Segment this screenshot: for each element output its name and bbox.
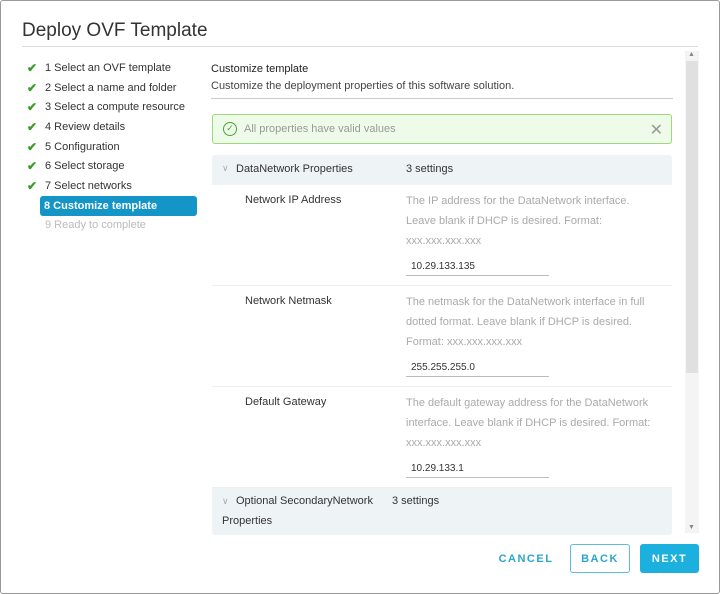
check-icon: ✔: [27, 80, 38, 95]
chevron-down-icon: ∨: [222, 163, 229, 173]
section-header-secondarynetwork[interactable]: ∨ Optional SecondaryNetwork Properties 3…: [212, 488, 672, 535]
alert-text: All properties have valid values: [244, 123, 396, 135]
step-6[interactable]: ✔ 6 Select storage: [27, 156, 197, 176]
property-label: Network Netmask: [245, 295, 332, 307]
deploy-ovf-dialog: Deploy OVF Template ✔ 1 Select an OVF tem…: [0, 0, 720, 594]
next-button[interactable]: NEXT: [640, 544, 699, 573]
check-icon: ✔: [27, 60, 38, 75]
property-description: The IP address for the DataNetwork inter…: [406, 195, 630, 247]
section-name: DataNetwork Properties: [236, 163, 353, 175]
dialog-title: Deploy OVF Template: [22, 20, 208, 41]
step-label: 1 Select an OVF template: [45, 61, 171, 74]
property-row: Network IP Address The IP address for th…: [212, 185, 672, 286]
section-count: 3 settings: [392, 495, 440, 507]
property-description: The default gateway address for the Data…: [406, 397, 651, 449]
step-label: 6 Select storage: [45, 160, 125, 173]
property-row: Network Netmask The netmask for the Data…: [212, 286, 672, 387]
step-label: 9 Ready to complete: [45, 219, 146, 232]
section-name: Optional SecondaryNetwork Properties: [222, 495, 373, 527]
scrollbar[interactable]: ▲ ▼: [685, 51, 699, 533]
scroll-down-icon[interactable]: ▼: [688, 524, 695, 531]
back-button[interactable]: BACK: [570, 544, 630, 573]
step-label: 8 Customize template: [44, 199, 158, 212]
divider: [211, 98, 673, 99]
step-label: 7 Select networks: [45, 179, 132, 192]
divider: [22, 46, 698, 47]
check-icon: ✔: [27, 119, 38, 134]
scrollbar-thumb[interactable]: [686, 61, 698, 373]
step-label: 4 Review details: [45, 120, 126, 133]
network-ip-input[interactable]: [406, 257, 549, 276]
step-8-active[interactable]: 8 Customize template: [40, 195, 197, 216]
content-subtitle: Customize the deployment properties of t…: [211, 80, 515, 92]
check-icon: ✔: [27, 139, 38, 154]
close-icon[interactable]: ✕: [650, 120, 663, 140]
check-icon: ✔: [27, 159, 38, 174]
properties-panel: ∨ DataNetwork Properties 3 settings Netw…: [212, 155, 672, 535]
section-header-datanetwork[interactable]: ∨ DataNetwork Properties 3 settings: [212, 155, 672, 185]
step-label: 5 Configuration: [45, 140, 120, 153]
section-count: 3 settings: [406, 163, 454, 175]
step-1[interactable]: ✔ 1 Select an OVF template: [27, 58, 197, 78]
netmask-input[interactable]: [406, 358, 549, 377]
check-circle-icon: ✓: [223, 122, 237, 136]
success-alert: ✓ All properties have valid values ✕: [212, 114, 672, 144]
step-2[interactable]: ✔ 2 Select a name and folder: [27, 78, 197, 98]
wizard-steps: ✔ 1 Select an OVF template ✔ 2 Select a na…: [27, 58, 197, 235]
step-label: 3 Select a compute resource: [45, 101, 186, 114]
step-7[interactable]: ✔ 7 Select networks: [27, 176, 197, 196]
step-label: 2 Select a name and folder: [45, 81, 177, 94]
step-5[interactable]: ✔ 5 Configuration: [27, 137, 197, 157]
property-label: Network IP Address: [245, 194, 342, 206]
cancel-button[interactable]: CANCEL: [496, 544, 556, 573]
step-4[interactable]: ✔ 4 Review details: [27, 117, 197, 137]
gateway-input[interactable]: [406, 459, 549, 478]
step-3[interactable]: ✔ 3 Select a compute resource: [27, 97, 197, 117]
property-row: Default Gateway The default gateway addr…: [212, 387, 672, 488]
check-icon: ✔: [27, 100, 38, 115]
property-description: The netmask for the DataNetwork interfac…: [406, 296, 645, 348]
content-title: Customize template: [211, 63, 309, 75]
check-icon: ✔: [27, 178, 38, 193]
property-label: Default Gateway: [245, 396, 327, 408]
step-9: 9 Ready to complete: [43, 216, 197, 236]
scroll-up-icon[interactable]: ▲: [688, 51, 695, 58]
